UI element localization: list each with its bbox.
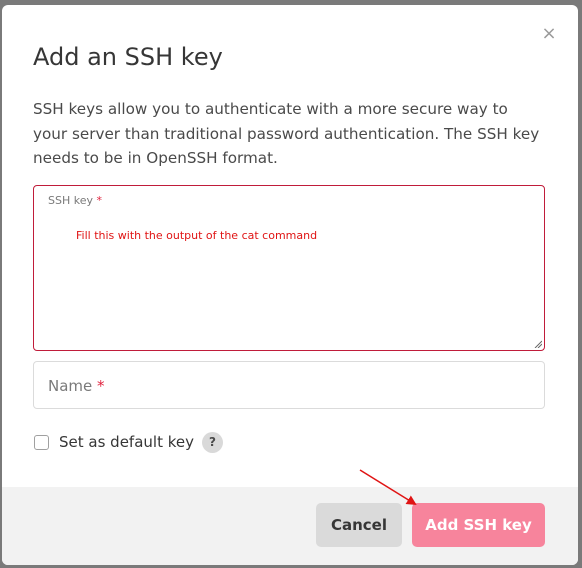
help-icon[interactable]: ? bbox=[201, 431, 223, 453]
ssh-key-label: SSH key * bbox=[48, 194, 102, 207]
ssh-key-textarea[interactable]: SSH key * Fill this with the output of t… bbox=[33, 185, 545, 351]
name-placeholder: Name * bbox=[48, 377, 105, 395]
default-key-checkbox[interactable] bbox=[34, 434, 49, 450]
add-ssh-key-modal: × Add an SSH key SSH keys allow you to a… bbox=[2, 5, 578, 565]
cancel-button[interactable]: Cancel bbox=[316, 503, 402, 547]
default-key-label[interactable]: Set as default key bbox=[59, 433, 194, 451]
annotation-note: Fill this with the output of the cat com… bbox=[76, 229, 318, 242]
default-key-option: Set as default key ? bbox=[34, 431, 223, 453]
modal-description: SSH keys allow you to authenticate with … bbox=[33, 100, 540, 167]
resize-handle-icon[interactable] bbox=[534, 340, 542, 348]
modal-footer: Cancel Add SSH key bbox=[2, 487, 578, 565]
required-marker: * bbox=[97, 377, 105, 395]
modal-title: Add an SSH key bbox=[33, 43, 223, 71]
required-marker: * bbox=[96, 194, 103, 207]
close-icon[interactable]: × bbox=[540, 25, 558, 43]
add-ssh-key-button[interactable]: Add SSH key bbox=[412, 503, 545, 547]
name-input[interactable]: Name * bbox=[33, 361, 545, 409]
